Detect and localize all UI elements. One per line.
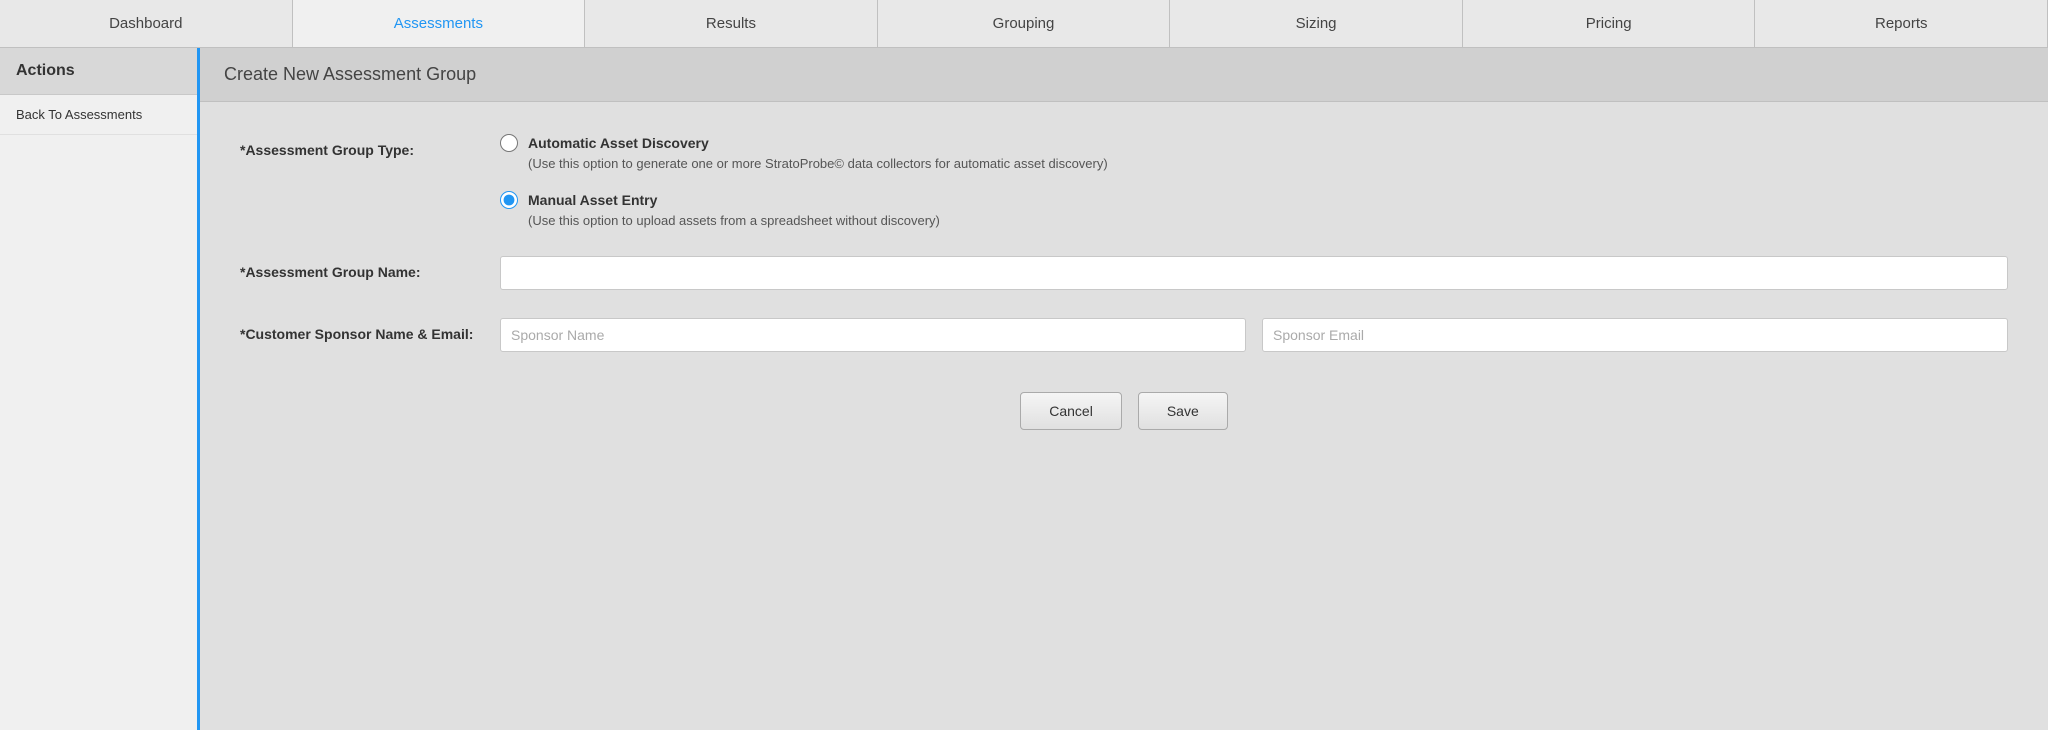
sponsor-name-input[interactable] xyxy=(500,318,1246,352)
tab-results[interactable]: Results xyxy=(585,0,878,47)
form-area: *Assessment Group Type: Automatic Asset … xyxy=(200,102,2048,462)
main-layout: Actions Back To Assessments Create New A… xyxy=(0,48,2048,730)
radio-auto-label[interactable]: Automatic Asset Discovery xyxy=(528,135,709,151)
tab-reports[interactable]: Reports xyxy=(1755,0,2048,47)
customer-sponsor-row: *Customer Sponsor Name & Email: xyxy=(240,318,2008,352)
radio-option-auto: Automatic Asset Discovery (Use this opti… xyxy=(500,134,2008,171)
tab-grouping[interactable]: Grouping xyxy=(878,0,1171,47)
assessment-group-name-control xyxy=(500,256,2008,290)
tab-dashboard[interactable]: Dashboard xyxy=(0,0,293,47)
sidebar: Actions Back To Assessments xyxy=(0,48,200,730)
radio-option-manual: Manual Asset Entry (Use this option to u… xyxy=(500,191,2008,228)
tab-pricing[interactable]: Pricing xyxy=(1463,0,1756,47)
sponsor-name-wrap xyxy=(500,318,1246,352)
radio-group: Automatic Asset Discovery (Use this opti… xyxy=(500,134,2008,228)
assessment-group-type-row: *Assessment Group Type: Automatic Asset … xyxy=(240,134,2008,228)
sponsor-inputs xyxy=(500,318,2008,352)
assessment-group-type-label: *Assessment Group Type: xyxy=(240,134,500,158)
content-header: Create New Assessment Group xyxy=(200,48,2048,102)
radio-auto-discovery[interactable] xyxy=(500,134,518,152)
assessment-group-name-label: *Assessment Group Name: xyxy=(240,256,500,280)
radio-manual-label[interactable]: Manual Asset Entry xyxy=(528,192,657,208)
content-area: Create New Assessment Group *Assessment … xyxy=(200,48,2048,730)
sidebar-header: Actions xyxy=(0,48,197,95)
button-row: Cancel Save xyxy=(240,392,2008,430)
save-button[interactable]: Save xyxy=(1138,392,1228,430)
radio-auto-desc: (Use this option to generate one or more… xyxy=(528,156,2008,171)
radio-manual-entry[interactable] xyxy=(500,191,518,209)
sidebar-item-back-to-assessments[interactable]: Back To Assessments xyxy=(0,95,197,135)
tab-sizing[interactable]: Sizing xyxy=(1170,0,1463,47)
nav-tabs: Dashboard Assessments Results Grouping S… xyxy=(0,0,2048,48)
sponsor-email-wrap xyxy=(1262,318,2008,352)
customer-sponsor-label: *Customer Sponsor Name & Email: xyxy=(240,318,500,342)
cancel-button[interactable]: Cancel xyxy=(1020,392,1122,430)
assessment-group-name-row: *Assessment Group Name: xyxy=(240,256,2008,290)
tab-assessments[interactable]: Assessments xyxy=(293,0,586,47)
assessment-group-name-input[interactable] xyxy=(500,256,2008,290)
sponsor-email-input[interactable] xyxy=(1262,318,2008,352)
radio-manual-desc: (Use this option to upload assets from a… xyxy=(528,213,2008,228)
